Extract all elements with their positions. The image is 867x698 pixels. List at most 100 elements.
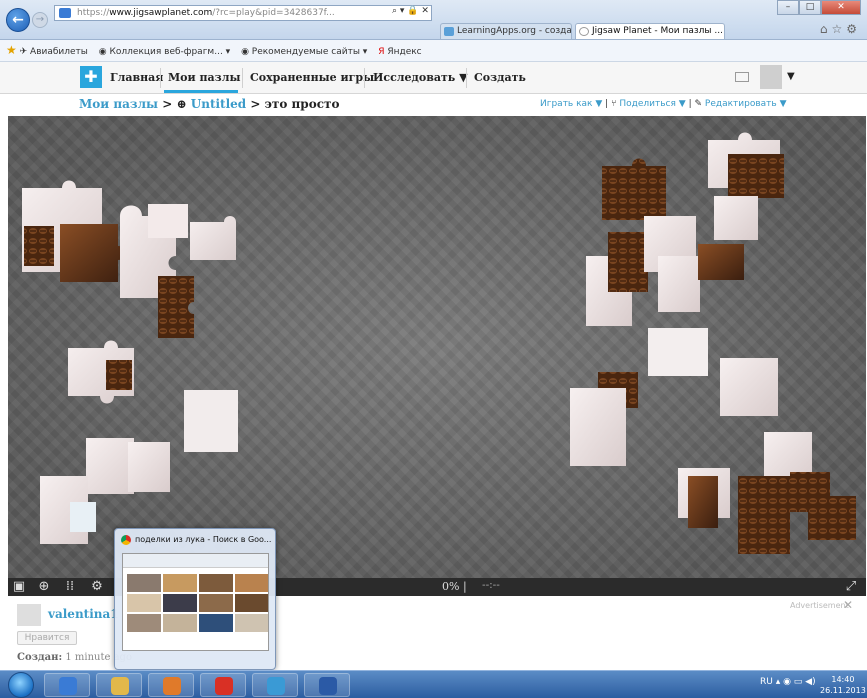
preview-swatch xyxy=(199,614,233,632)
puzzle-timer: --:-- xyxy=(482,580,500,591)
nav-explore[interactable]: Исследовать ▼ xyxy=(373,71,468,84)
breadcrumb-my-puzzles[interactable]: Мои пазлы xyxy=(79,97,158,111)
system-tray[interactable]: RU ▴ ◉ ▭ ◀) xyxy=(760,677,816,687)
puzzle-piece[interactable] xyxy=(720,358,778,416)
clock-date: 26.11.2013 xyxy=(820,686,866,695)
puzzle-piece[interactable] xyxy=(570,388,626,466)
nav-home[interactable]: Главная xyxy=(110,71,163,84)
image-icon[interactable]: ▣ xyxy=(12,580,26,594)
puzzle-piece[interactable] xyxy=(106,360,132,390)
preview-swatch xyxy=(127,574,161,592)
address-bar[interactable]: https://www.jigsawplanet.com/?rc=play&pi… xyxy=(54,5,432,21)
taskbar-app-chrome[interactable] xyxy=(200,673,246,697)
puzzle-piece[interactable] xyxy=(608,232,648,292)
account-caret-icon[interactable]: ▼ xyxy=(787,71,795,82)
favorite-yandex[interactable]: Я Яндекс xyxy=(378,47,421,57)
puzzle-pieces[interactable] xyxy=(8,116,866,578)
taskbar-app-ie[interactable] xyxy=(44,673,90,697)
taskbar-app-word[interactable] xyxy=(304,673,350,697)
puzzle-piece[interactable] xyxy=(728,154,784,198)
chrome-icon xyxy=(215,677,233,695)
clock-time: 14:40 xyxy=(831,675,855,684)
nav-divider xyxy=(242,68,243,88)
pieces-icon[interactable]: ⁞⁞ xyxy=(63,580,77,594)
nav-divider xyxy=(160,68,161,88)
created-label: Создан: xyxy=(17,652,63,663)
favorite-webslice-gallery[interactable]: ◉ Коллекция веб-фрагм... ▾ xyxy=(99,47,230,57)
breadcrumb-separator: > xyxy=(246,97,265,111)
puzzle-board[interactable] xyxy=(8,116,866,578)
preview-swatch xyxy=(199,594,233,612)
nav-create[interactable]: Создать xyxy=(474,71,526,84)
puzzle-piece[interactable] xyxy=(658,256,700,312)
clock[interactable]: 14:40 26.11.2013 xyxy=(820,674,866,696)
favorite-label: Коллекция веб-фрагм... ▾ xyxy=(109,47,231,57)
forward-button[interactable]: → xyxy=(32,12,48,28)
start-button[interactable] xyxy=(8,672,34,698)
preview-title: поделки из лука - Поиск в Goo... xyxy=(135,535,272,544)
mail-icon[interactable] xyxy=(735,72,749,82)
puzzle-piece[interactable] xyxy=(60,224,126,282)
favorites-star-icon[interactable]: ★ xyxy=(6,43,17,57)
puzzle-piece[interactable] xyxy=(648,328,708,376)
tab-jigsaw-planet[interactable]: Jigsaw Planet - Мои пазлы ... xyxy=(575,23,725,39)
puzzle-piece[interactable] xyxy=(602,158,666,221)
breadcrumb-album[interactable]: Untitled xyxy=(191,97,246,111)
site-icon xyxy=(59,8,71,18)
share-icon: ⑂ xyxy=(611,99,617,109)
maximize-button[interactable]: □ xyxy=(799,0,821,15)
address-tools[interactable]: ⌕ ▾ 🔒 ✕ xyxy=(392,6,429,16)
tray-icons[interactable]: ▴ ◉ ▭ ◀) xyxy=(776,677,816,687)
puzzle-piece[interactable] xyxy=(714,196,758,240)
puzzle-piece[interactable] xyxy=(148,204,188,238)
edit-button[interactable]: Редактировать ▼ xyxy=(705,99,787,109)
puzzle-piece[interactable] xyxy=(70,502,96,532)
puzzle-piece[interactable] xyxy=(190,216,236,260)
action-divider: | xyxy=(605,99,609,109)
favorites-bar: ★ ✈ Авиабилеты ◉ Коллекция веб-фрагм... … xyxy=(0,40,867,62)
puzzle-piece[interactable] xyxy=(128,442,170,492)
puzzle-piece[interactable] xyxy=(24,226,54,266)
jigsaw-planet-logo-icon[interactable]: ✚ xyxy=(80,66,102,88)
preview-screen[interactable] xyxy=(122,553,269,651)
favorite-suggested-sites[interactable]: ◉ Рекомендуемые сайты ▾ xyxy=(241,47,367,57)
favorite-aviabilety[interactable]: ✈ Авиабилеты xyxy=(20,47,88,57)
ghost-icon[interactable]: ⊕ xyxy=(37,580,51,594)
account-avatar[interactable] xyxy=(760,65,782,89)
close-ad-icon[interactable]: ✕ xyxy=(843,598,853,612)
address-prefix: https:// xyxy=(77,8,110,18)
ie-icon xyxy=(59,677,77,695)
nav-my-puzzles[interactable]: Мои пазлы xyxy=(168,71,240,84)
pencil-icon: ✎ xyxy=(694,99,703,109)
share-button[interactable]: Поделиться ▼ xyxy=(619,99,685,109)
taskbar-app-network[interactable] xyxy=(252,673,298,697)
favorite-label: Рекомендуемые сайты ▾ xyxy=(251,47,368,57)
minimize-button[interactable]: – xyxy=(777,0,799,15)
close-window-button[interactable]: ✕ xyxy=(821,0,861,15)
puzzle-piece[interactable] xyxy=(158,276,194,338)
like-button[interactable]: Нравится xyxy=(17,631,77,645)
preview-swatch xyxy=(163,614,197,632)
nav-saved-games[interactable]: Сохраненные игры xyxy=(250,71,374,84)
taskbar-app-explorer[interactable] xyxy=(96,673,142,697)
breadcrumb-separator: > xyxy=(158,97,177,111)
back-button[interactable]: ← xyxy=(6,8,30,32)
taskbar-thumbnail-preview[interactable]: поделки из лука - Поиск в Goo... xyxy=(114,528,276,670)
settings-icon[interactable]: ⚙ xyxy=(90,580,104,594)
ie-toolbar-icons[interactable]: ⌂☆⚙ xyxy=(820,22,861,36)
taskbar-app-media[interactable] xyxy=(148,673,194,697)
favorite-label: Яндекс xyxy=(387,47,422,57)
tab-learningapps[interactable]: LearningApps.org - создание ... xyxy=(440,23,572,39)
puzzle-piece[interactable] xyxy=(738,476,790,554)
puzzle-piece[interactable] xyxy=(688,476,718,528)
puzzle-piece[interactable] xyxy=(184,390,238,452)
language-indicator[interactable]: RU xyxy=(760,677,773,687)
nav-divider xyxy=(466,68,467,88)
puzzle-piece[interactable] xyxy=(698,244,744,280)
play-as-button[interactable]: Играть как ▼ xyxy=(540,99,602,109)
author-username[interactable]: valentina1 xyxy=(48,607,119,621)
user-avatar[interactable] xyxy=(17,604,41,626)
puzzle-piece[interactable] xyxy=(808,496,856,540)
address-rest: /?rc=play&pid=3428637f... xyxy=(212,8,335,18)
fullscreen-icon[interactable]: ⤢ xyxy=(844,580,858,594)
